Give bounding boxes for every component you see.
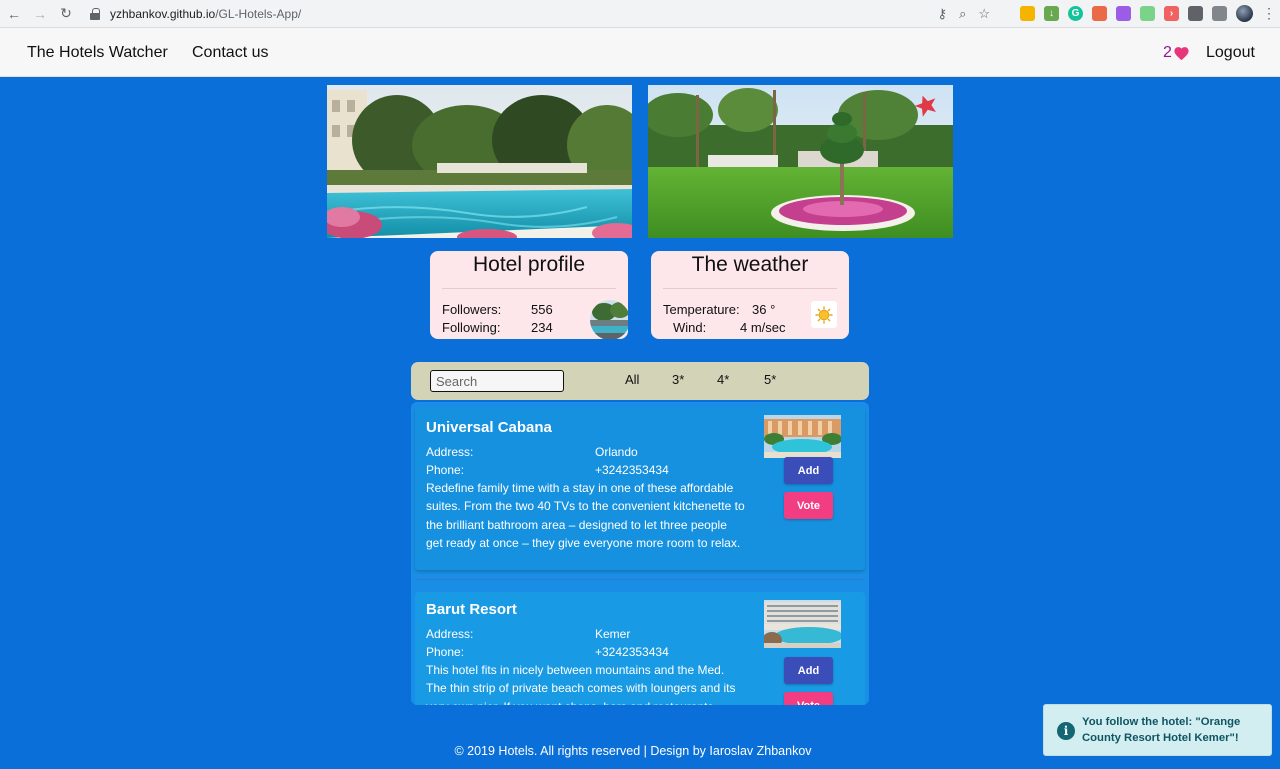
address-label: Address: — [426, 445, 474, 459]
back-icon[interactable]: ← — [2, 2, 26, 26]
temperature-value: 36 ° — [752, 302, 776, 317]
hotel-description: This hotel fits in nicely between mounta… — [426, 663, 736, 705]
toast-message: You follow the hotel: "Orange County Res… — [1082, 716, 1241, 744]
footer-text: © 2019 Hotels. All rights reserved | Des… — [454, 744, 812, 758]
extensions-puzzle-icon[interactable] — [1188, 6, 1203, 21]
filter-all[interactable]: All — [625, 372, 639, 387]
card-divider — [663, 288, 837, 289]
hotel-thumbnail — [764, 600, 841, 648]
following-label: Following: — [442, 320, 501, 335]
followers-label: Followers: — [442, 302, 502, 317]
hotel-profile-card: Hotel profile Followers: 556 Following: … — [430, 251, 628, 339]
extension-tool-icon[interactable] — [1092, 6, 1107, 21]
weather-card-title: The weather — [691, 253, 809, 276]
following-value: 234 — [531, 320, 553, 335]
filter-4-stars[interactable]: 4* — [717, 372, 729, 387]
followers-row: Followers: 556 — [442, 302, 553, 317]
hotel-pool-photo — [327, 85, 632, 238]
temperature-row: Temperature: 36 ° — [663, 302, 775, 317]
hotel-name: Barut Resort — [426, 601, 517, 618]
phone-label: Phone: — [426, 463, 465, 477]
wind-row: Wind: 4 m/sec — [663, 320, 786, 335]
zoom-icon[interactable]: ⌕ — [959, 6, 966, 22]
url-path: /GL-Hotels-App/ — [215, 7, 302, 21]
grammarly-icon[interactable]: G — [1068, 6, 1083, 21]
extensions-bar: ↓ G › ⋮ — [1020, 5, 1276, 22]
vote-button[interactable]: Vote — [784, 692, 833, 705]
phone-value: +3242353434 — [595, 463, 669, 477]
address-label: Address: — [426, 627, 474, 641]
search-input[interactable] — [430, 370, 564, 392]
address-value: Orlando — [595, 445, 638, 459]
app-header: The Hotels Watcher Contact us 2 Logout — [0, 28, 1280, 77]
extension-pen-icon[interactable] — [1116, 6, 1131, 21]
weather-card: The weather Temperature: 36 ° Wind: 4 m/… — [651, 251, 849, 339]
sun-icon — [815, 306, 833, 323]
hotel-avatar — [590, 300, 628, 339]
key-icon[interactable]: ⚷ — [938, 6, 948, 22]
forward-icon[interactable]: → — [28, 2, 52, 26]
extension-leaf-icon[interactable] — [1140, 6, 1155, 21]
hotel-description: Redefine family time with a stay in one … — [426, 481, 745, 550]
profile-card-title: Hotel profile — [472, 253, 586, 276]
temperature-label: Temperature: — [663, 302, 740, 317]
url-host: yzhbankov.github.io — [110, 7, 216, 21]
browser-toolbar: ← → ↻ yzhbankov.github.io/GL-Hotels-App/… — [0, 0, 1280, 28]
phone-label: Phone: — [426, 645, 465, 659]
extension-paw-icon[interactable] — [1020, 6, 1035, 21]
toast-notification[interactable]: i You follow the hotel: "Orange County R… — [1043, 704, 1272, 756]
reading-list-icon[interactable] — [1212, 6, 1227, 21]
wind-label: Wind: — [673, 320, 707, 335]
address-bar-actions: ⚷ ⌕ ☆ — [938, 6, 990, 22]
filter-5-stars[interactable]: 5* — [764, 372, 776, 387]
add-button[interactable]: Add — [784, 657, 833, 684]
profile-avatar-icon[interactable] — [1236, 5, 1253, 22]
filter-3-stars[interactable]: 3* — [672, 372, 684, 387]
wind-value: 4 m/sec — [740, 320, 786, 335]
info-icon: i — [1057, 722, 1075, 740]
hotel-list[interactable]: Universal Cabana Address: Orlando Phone:… — [411, 402, 869, 705]
reload-icon[interactable]: ↻ — [54, 2, 78, 26]
hotel-card: Barut Resort Address: Kemer Phone: +3242… — [415, 592, 865, 705]
filter-bar: All 3* 4* 5* — [411, 362, 869, 400]
following-row: Following: 234 — [442, 320, 553, 335]
card-divider — [442, 288, 616, 289]
lock-icon — [90, 8, 100, 20]
address-bar[interactable]: yzhbankov.github.io/GL-Hotels-App/ — [82, 3, 1002, 25]
list-divider — [415, 579, 865, 580]
add-button[interactable]: Add — [784, 457, 833, 484]
bookmark-star-icon[interactable]: ☆ — [978, 6, 990, 22]
hotel-garden-photo — [648, 85, 953, 238]
browser-menu-icon[interactable]: ⋮ — [1262, 5, 1276, 22]
contact-link[interactable]: Contact us — [192, 44, 268, 62]
vote-button[interactable]: Vote — [784, 492, 833, 519]
brand-link[interactable]: The Hotels Watcher — [27, 44, 168, 62]
hotel-thumbnail — [764, 415, 841, 458]
favorites-counter[interactable]: 2 — [1163, 44, 1190, 62]
extension-download-icon[interactable]: ↓ — [1044, 6, 1059, 21]
weather-condition — [811, 301, 837, 328]
favorites-count: 2 — [1163, 44, 1172, 61]
address-value: Kemer — [595, 627, 631, 641]
logout-button[interactable]: Logout — [1206, 44, 1255, 62]
followers-value: 556 — [531, 302, 553, 317]
heart-icon — [1174, 46, 1189, 60]
phone-value: +3242353434 — [595, 645, 669, 659]
extension-arrow-icon[interactable]: › — [1164, 6, 1179, 21]
hotel-name: Universal Cabana — [426, 419, 552, 436]
hotel-card: Universal Cabana Address: Orlando Phone:… — [415, 406, 865, 570]
